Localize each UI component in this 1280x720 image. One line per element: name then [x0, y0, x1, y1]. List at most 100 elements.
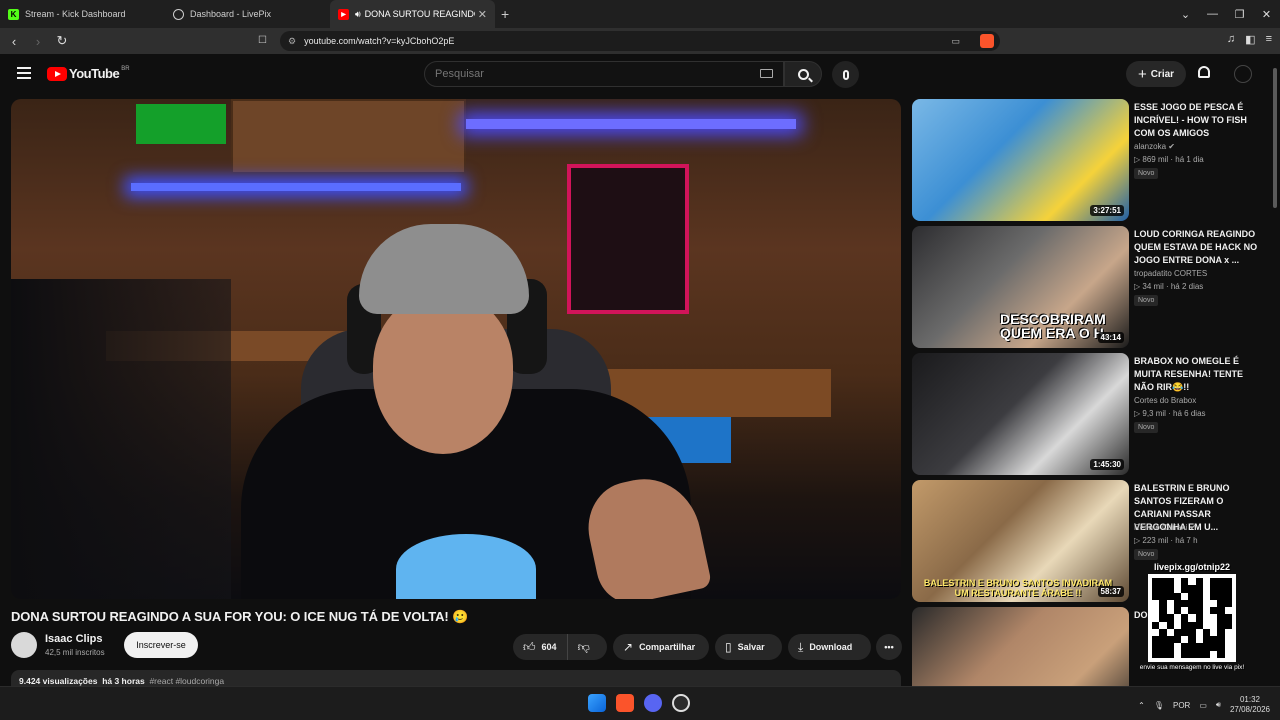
- clock[interactable]: 01:32 27/08/2026: [1230, 695, 1270, 715]
- qr-module: [1181, 621, 1189, 629]
- keyboard-icon[interactable]: [760, 69, 773, 78]
- recommended-channel[interactable]: Renato Cariani ✔: [1134, 523, 1196, 532]
- sidebar-icon[interactable]: ◧: [1245, 33, 1255, 46]
- tab-kick-dashboard[interactable]: K Stream - Kick Dashboard: [0, 0, 165, 28]
- back-icon[interactable]: ‹: [4, 34, 24, 49]
- close-tab-icon[interactable]: ✕: [478, 8, 487, 21]
- qr-module: [1188, 607, 1196, 615]
- subscribe-button[interactable]: Inscrever-se: [124, 632, 198, 658]
- more-actions-button[interactable]: •••: [876, 634, 902, 660]
- qr-module: [1174, 651, 1181, 658]
- search-button[interactable]: [784, 61, 822, 87]
- qr-module: [1203, 578, 1210, 585]
- qr-module: [1181, 614, 1189, 622]
- url-text[interactable]: youtube.com/watch?v=kyJCbohO2pE: [304, 36, 454, 46]
- search-input[interactable]: [425, 62, 725, 86]
- close-window-button[interactable]: ✕: [1253, 8, 1280, 21]
- new-badge: Novo: [1134, 422, 1159, 433]
- recommended-video[interactable]: DESCOBRIRAM QUEM ERA O H... 43:14 LOUD C…: [912, 226, 1272, 348]
- recommended-title[interactable]: ESSE JOGO DE PESCA É INCRÍVEL! - HOW TO …: [1134, 101, 1262, 140]
- account-avatar[interactable]: [1234, 65, 1252, 83]
- site-info-icon[interactable]: ⚙: [288, 36, 296, 47]
- save-icon: ▯: [725, 640, 732, 654]
- recommended-channel[interactable]: Cortes do Brabox: [1134, 396, 1196, 405]
- start-button-icon[interactable]: [588, 694, 606, 712]
- qr-module: [1195, 599, 1203, 608]
- create-button[interactable]: + Criar: [1126, 61, 1186, 87]
- voice-search-button[interactable]: [832, 61, 859, 88]
- chrome-icon[interactable]: [672, 694, 690, 712]
- browser-tab-bar: K Stream - Kick Dashboard Dashboard - Li…: [0, 0, 1280, 28]
- save-button[interactable]: ▯ Salvar: [715, 634, 782, 660]
- verified-icon: ✔: [1189, 523, 1197, 532]
- download-button[interactable]: ⤓ Download: [788, 634, 871, 660]
- media-icon[interactable]: ♫: [1227, 33, 1235, 46]
- tab-search-icon[interactable]: ⌄: [1172, 8, 1199, 21]
- recommended-channel[interactable]: tropadatito CORTES: [1134, 269, 1207, 278]
- recommended-title[interactable]: LOUD CORINGA REAGINDO QUEM ESTAVA DE HAC…: [1134, 228, 1262, 267]
- qr-module: [1195, 592, 1203, 600]
- qr-module: [1174, 622, 1181, 629]
- volume-icon[interactable]: 🔊︎: [1216, 700, 1221, 710]
- dislike-button[interactable]: 👎︎: [568, 640, 606, 655]
- qr-module: [1188, 643, 1196, 651]
- recommended-channel[interactable]: alanzoka ✔: [1134, 142, 1175, 151]
- video-thumbnail[interactable]: BALESTRIN E BRUNO SANTOS INVADIRAM UM RE…: [912, 480, 1129, 602]
- video-thumbnail[interactable]: 3:27:51: [912, 99, 1129, 221]
- windows-taskbar: ⌃ 🎙︎ POR ▭ 🔊︎ 01:32 27/08/2026: [0, 686, 1280, 720]
- tab-label: Stream - Kick Dashboard: [25, 9, 126, 19]
- page-scrollbar[interactable]: [1272, 58, 1278, 686]
- hashtags[interactable]: #react #loudcoringa: [149, 676, 224, 686]
- notifications-bell-icon[interactable]: [1198, 66, 1210, 78]
- restore-button[interactable]: ❐: [1226, 8, 1253, 21]
- forward-icon[interactable]: ›: [28, 34, 48, 49]
- menu-icon[interactable]: ≡: [1266, 33, 1272, 46]
- language-indicator[interactable]: POR: [1173, 701, 1190, 710]
- discord-icon[interactable]: [644, 694, 662, 712]
- tab-livepix-dashboard[interactable]: Dashboard - LivePix: [165, 0, 330, 28]
- omnibox[interactable]: ⚙ youtube.com/watch?v=kyJCbohO2pE ▭: [280, 31, 1000, 51]
- channel-name[interactable]: Isaac Clips: [45, 633, 102, 645]
- qr-module: [1217, 628, 1225, 637]
- video-thumbnail[interactable]: 1:45:30: [912, 353, 1129, 475]
- share-button[interactable]: ↗ Compartilhar: [613, 634, 709, 660]
- qr-module: [1188, 650, 1196, 658]
- streamer-face: [373, 294, 513, 454]
- new-tab-button[interactable]: +: [501, 6, 509, 22]
- tab-youtube-video[interactable]: ▶ 🔊︎ DONA SURTOU REAGINDO A ✕: [330, 0, 495, 28]
- minimize-button[interactable]: —: [1199, 8, 1226, 20]
- qr-module: [1217, 621, 1225, 629]
- bookmark-icon[interactable]: ☐: [258, 35, 267, 46]
- view-count: 9.424 visualizações: [19, 676, 98, 686]
- channel-avatar[interactable]: [11, 632, 37, 658]
- search-icon: [797, 68, 809, 80]
- qr-module: [1202, 650, 1211, 658]
- microphone-tray-icon[interactable]: 🎙︎: [1154, 701, 1164, 710]
- qr-module: [1152, 650, 1160, 658]
- like-button[interactable]: 👍︎ 604: [513, 634, 568, 660]
- reload-icon[interactable]: ↻: [52, 33, 72, 49]
- recommended-meta: ▷ 223 mil · há 7 h: [1134, 536, 1198, 545]
- network-icon[interactable]: ▭: [1199, 701, 1207, 710]
- brave-shields-icon[interactable]: [980, 34, 994, 48]
- brave-browser-icon[interactable]: [616, 694, 634, 712]
- tray-overflow-icon[interactable]: ⌃: [1138, 701, 1145, 710]
- recommended-video[interactable]: 3:27:51 ESSE JOGO DE PESCA É INCRÍVEL! -…: [912, 99, 1272, 221]
- audio-icon[interactable]: 🔊︎: [355, 9, 361, 20]
- video-player[interactable]: [11, 99, 901, 599]
- qr-module: [1181, 650, 1189, 658]
- toolbar-right: ♫ ◧ ≡: [1227, 33, 1272, 46]
- hamburger-menu-icon[interactable]: [17, 67, 31, 79]
- qr-module: [1225, 643, 1232, 650]
- scrollbar-thumb[interactable]: [1273, 68, 1277, 208]
- qr-module: [1167, 607, 1174, 614]
- video-thumbnail[interactable]: [912, 607, 1129, 686]
- video-thumbnail[interactable]: DESCOBRIRAM QUEM ERA O H... 43:14: [912, 226, 1129, 348]
- cast-icon[interactable]: ▭: [951, 36, 960, 47]
- search-box: [424, 61, 784, 87]
- youtube-logo[interactable]: YouTube BR: [47, 66, 130, 81]
- tab-label: DONA SURTOU REAGINDO A: [364, 9, 475, 19]
- recommended-video[interactable]: 1:45:30 BRABOX NO OMEGLE É MUITA RESENHA…: [912, 353, 1272, 475]
- recommended-title[interactable]: BRABOX NO OMEGLE É MUITA RESENHA! TENTE …: [1134, 355, 1262, 394]
- video-duration: 3:27:51: [1090, 205, 1124, 216]
